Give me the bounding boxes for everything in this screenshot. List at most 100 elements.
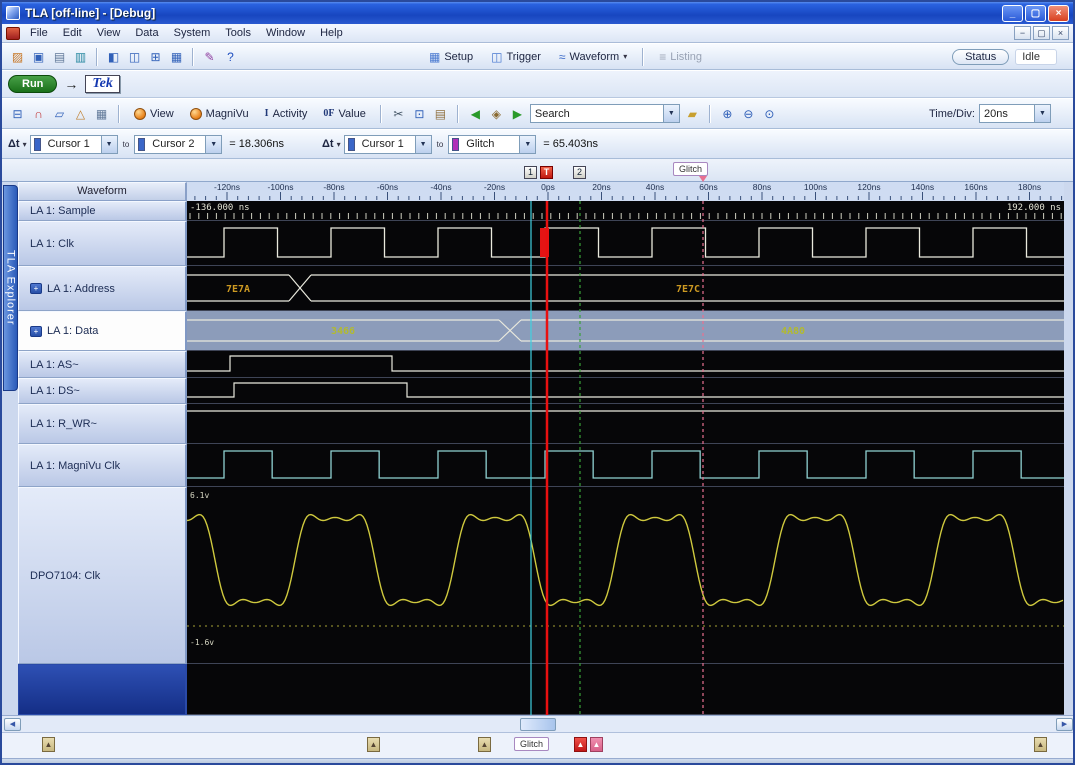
row-label-filler[interactable] [18, 664, 187, 715]
combo-caret-icon[interactable]: ▼ [100, 135, 117, 153]
magnivu-button[interactable]: MagniVu [183, 105, 256, 123]
menu-window[interactable]: Window [259, 25, 312, 41]
mdi-minimize-button[interactable]: − [1014, 26, 1031, 40]
scroll-right-button[interactable]: ▶ [1056, 718, 1073, 731]
view-button-label: View [150, 107, 174, 120]
export-icon[interactable]: ▥ [71, 48, 90, 66]
dropdown-caret-icon[interactable]: ▾ [337, 140, 341, 149]
print-icon[interactable]: ▤ [50, 48, 69, 66]
search-combobox[interactable]: Search ▼ [529, 104, 680, 123]
menu-tools[interactable]: Tools [218, 25, 258, 41]
save-icon[interactable]: ▣ [29, 48, 48, 66]
row-label-la-1-r-wr-[interactable]: LA 1: R_WR~ [18, 404, 187, 444]
menu-view[interactable]: View [90, 25, 128, 41]
menu-help[interactable]: Help [313, 25, 350, 41]
bus-expand-icon[interactable]: + [30, 325, 42, 337]
timediv-select[interactable]: 20ns ▼ [979, 104, 1051, 123]
menu-edit[interactable]: Edit [56, 25, 89, 41]
tla-explorer-tab[interactable]: TLA Explorer [3, 185, 18, 391]
bottom-marker-5[interactable]: ▲ [574, 737, 587, 752]
paste-icon[interactable]: ▤ [431, 105, 450, 123]
zoom-fit-icon[interactable]: ⊙ [760, 105, 779, 123]
bottom-glitch-tag[interactable]: Glitch [514, 737, 550, 751]
waveform-column-header[interactable]: Waveform [18, 182, 187, 201]
cursor-to-select[interactable]: Glitch ▼ [448, 134, 537, 154]
open-file-icon[interactable]: ▨ [8, 48, 27, 66]
edit-icon[interactable]: ✎ [200, 48, 219, 66]
restore-button[interactable]: ▢ [1025, 4, 1046, 22]
bottom-marker-1[interactable]: ▲ [42, 737, 55, 752]
waveform-track-9 [187, 664, 1064, 715]
waveform-display-area[interactable]: -136.000 ns 192.000 ns 7E7A 7E7C 3466 4A80 6.1… [187, 201, 1064, 715]
combo-caret-icon[interactable]: ▼ [205, 135, 222, 153]
setup-button[interactable]: ▦ Setup [422, 47, 480, 67]
time-ruler[interactable]: -120ns -100ns -80ns -60ns -40ns -20ns 0ps 20ns 4… [187, 182, 1064, 201]
cut-icon[interactable]: ✂ [389, 105, 408, 123]
view-button[interactable]: View [127, 105, 181, 123]
row-label-la-1-ds-[interactable]: LA 1: DS~ [18, 378, 187, 404]
search-next-icon[interactable]: ▶ [508, 105, 527, 123]
row-label-la-1-clk[interactable]: LA 1: Clk [18, 221, 187, 266]
marker-cursor-1[interactable]: 1 [524, 166, 537, 179]
mdi-window-controls: − ▢ × [1014, 26, 1069, 40]
mdi-close-button[interactable]: × [1052, 26, 1069, 40]
layout-wide-icon[interactable]: ▦ [167, 48, 186, 66]
svg-text:180ns: 180ns [1018, 182, 1041, 192]
cursor-to-select[interactable]: Cursor 2 ▼ [134, 134, 223, 154]
waveform-button[interactable]: ≈ Waveform ▾ [552, 47, 634, 67]
horizontal-scrollbar[interactable]: ◀ ▶ [2, 715, 1073, 733]
row-label-dpo7104-clk[interactable]: DPO7104: Clk [18, 487, 187, 664]
run-button[interactable]: Run [8, 75, 58, 93]
marker-trigger[interactable]: T [540, 166, 553, 179]
status-button[interactable]: Status [952, 48, 1010, 65]
activity-button[interactable]: I Activity [258, 105, 315, 123]
bottom-marker-6[interactable]: ▲ [590, 737, 603, 752]
trigger-button[interactable]: ◫ Trigger [484, 47, 548, 67]
row-label-la-1-as-[interactable]: LA 1: AS~ [18, 351, 187, 378]
row-label-la-1-sample[interactable]: LA 1: Sample [18, 201, 187, 221]
zoom-out-icon[interactable]: ⊖ [739, 105, 758, 123]
cursor-from-select[interactable]: Cursor 1 ▼ [29, 134, 118, 154]
help-icon[interactable]: ? [221, 48, 240, 66]
minimize-button[interactable]: _ [1002, 4, 1023, 22]
scroll-left-button[interactable]: ◀ [4, 718, 21, 731]
layout-grid-icon[interactable]: ⊞ [146, 48, 165, 66]
bottom-marker-7[interactable]: ▲ [1034, 737, 1047, 752]
combo-caret-icon[interactable]: ▼ [519, 135, 536, 153]
row-label-la-1-magnivu-clk[interactable]: LA 1: MagniVu Clk [18, 444, 187, 487]
combo-caret-icon[interactable]: ▼ [1034, 105, 1050, 122]
measure-icon[interactable]: △ [71, 105, 90, 123]
dropdown-caret-icon[interactable]: ▾ [623, 52, 627, 61]
layout-single-icon[interactable]: ◧ [104, 48, 123, 66]
value-button[interactable]: 0F Value [316, 105, 372, 123]
layout-split-icon[interactable]: ◫ [125, 48, 144, 66]
save-search-icon[interactable]: ▰ [683, 105, 702, 123]
magnet-icon[interactable]: ∩ [29, 105, 48, 123]
close-button[interactable]: × [1048, 4, 1069, 22]
menu-file[interactable]: File [23, 25, 55, 41]
cursor-from-select[interactable]: Cursor 1 ▼ [343, 134, 432, 154]
mdi-restore-button[interactable]: ▢ [1033, 26, 1050, 40]
bottom-marker-2[interactable]: ▲ [367, 737, 380, 752]
row-label-la-1-data[interactable]: + LA 1: Data [18, 311, 187, 351]
scrollbar-thumb[interactable] [520, 718, 556, 731]
mark-all-icon[interactable]: ◈ [487, 105, 506, 123]
explorer-tree-icon[interactable]: ⊟ [8, 105, 27, 123]
grid-icon[interactable]: ▦ [92, 105, 111, 123]
bus-expand-icon[interactable]: + [30, 283, 42, 294]
overlay-icon[interactable]: ▱ [50, 105, 69, 123]
menu-system[interactable]: System [167, 25, 218, 41]
window-title: TLA [off-line] - [Debug] [25, 6, 156, 20]
glitch-marker-tag[interactable]: Glitch [673, 162, 709, 176]
listing-button[interactable]: ≡ Listing [652, 47, 709, 67]
menu-data[interactable]: Data [128, 25, 165, 41]
search-prev-icon[interactable]: ◀ [466, 105, 485, 123]
dropdown-caret-icon[interactable]: ▾ [23, 140, 27, 149]
combo-caret-icon[interactable]: ▼ [662, 105, 679, 122]
combo-caret-icon[interactable]: ▼ [414, 135, 431, 153]
marker-cursor-2[interactable]: 2 [573, 166, 586, 179]
bottom-marker-3[interactable]: ▲ [478, 737, 491, 752]
copy-icon[interactable]: ⊡ [410, 105, 429, 123]
row-label-la-1-address[interactable]: + LA 1: Address [18, 266, 187, 311]
zoom-in-icon[interactable]: ⊕ [718, 105, 737, 123]
